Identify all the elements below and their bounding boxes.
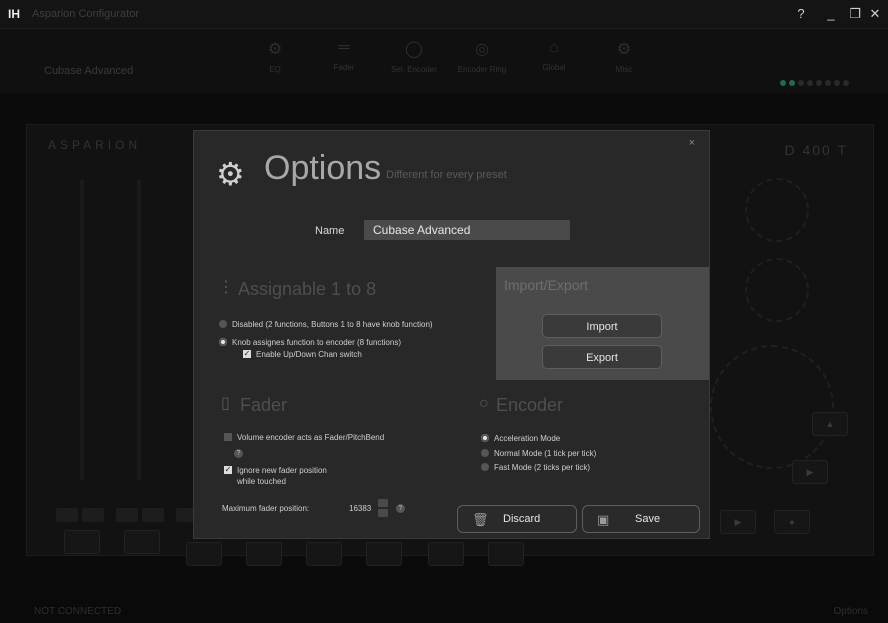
- encoder-title: Encoder: [496, 395, 564, 415]
- encoder-mode-normal[interactable]: Normal Mode (1 tick per tick): [481, 448, 596, 458]
- bg-fader: [80, 180, 84, 480]
- assignable-option-knob[interactable]: Knob assignes function to encoder (8 fun…: [219, 337, 401, 347]
- assignable-option-disabled[interactable]: Disabled (2 functions, Buttons 1 to 8 ha…: [219, 319, 433, 329]
- help-icon[interactable]: ?: [234, 449, 243, 458]
- options-dialog: × ⚙ Options Different for every preset N…: [193, 130, 710, 539]
- radio-disabled[interactable]: [219, 319, 227, 328]
- global-icon: ⌂: [549, 39, 559, 56]
- assignable-title: Assignable 1 to 8: [238, 279, 377, 299]
- radio-acceleration[interactable]: [481, 433, 489, 442]
- encoder-circle-icon: ○: [479, 395, 489, 412]
- misc-icon: ⚙: [616, 41, 632, 58]
- dots-icon: ⋮: [218, 279, 234, 296]
- title-bar: IH Asparion Configurator ? _ ❐ ✕: [0, 0, 888, 29]
- discard-button[interactable]: 🗑 Discard: [457, 505, 577, 533]
- tool-fader[interactable]: ═ Fader: [314, 39, 374, 72]
- tool-eq[interactable]: ⚙ EQ: [245, 39, 305, 74]
- ignore-touch-checkbox[interactable]: ✓ Ignore new fader position while touched: [224, 465, 327, 487]
- help-icon[interactable]: ?: [396, 504, 405, 513]
- dialog-title: Options: [264, 149, 382, 187]
- gears-icon: ⚙: [216, 156, 245, 192]
- close-window-icon[interactable]: ✕: [866, 6, 884, 22]
- fader-title: Fader: [240, 395, 288, 415]
- name-label: Name: [315, 225, 345, 237]
- dialog-subtitle: Different for every preset: [386, 169, 507, 181]
- options-link[interactable]: Options: [834, 606, 868, 617]
- status-bar: NOT CONNECTED Options: [0, 600, 888, 623]
- checkbox-volume-encoder[interactable]: [224, 432, 232, 441]
- dialog-close-icon[interactable]: ×: [689, 137, 695, 149]
- tool-sel-encoder[interactable]: ◯ Sel. Encoder: [384, 39, 444, 74]
- bg-jog-wheel: [710, 345, 834, 469]
- encoder-icon: ◯: [405, 41, 423, 58]
- window-title: Asparion Configurator: [32, 8, 140, 20]
- preset-name[interactable]: Cubase Advanced: [44, 65, 133, 77]
- radio-knob-assigns[interactable]: [219, 337, 227, 346]
- maximize-icon[interactable]: ❐: [846, 6, 864, 22]
- max-fader-value[interactable]: 16383: [349, 504, 371, 513]
- bg-fader: [137, 180, 141, 480]
- fader-icon: ▯: [221, 395, 230, 412]
- save-button[interactable]: ▣ Save: [582, 505, 700, 533]
- help-icon[interactable]: ?: [792, 6, 810, 21]
- encoder-ring-icon: ◎: [475, 41, 489, 58]
- minimize-icon[interactable]: _: [822, 6, 840, 21]
- bg-knob: [745, 258, 809, 322]
- main-toolbar: Cubase Advanced ⚙ EQ ═ Fader ◯ Sel. Encoder…: [0, 29, 888, 93]
- brand-logo: ASPARION: [48, 138, 142, 152]
- save-disk-icon: ▣: [597, 512, 610, 527]
- volume-encoder-checkbox[interactable]: Volume encoder acts as Fader/PitchBend: [224, 432, 384, 442]
- device-label: D 400 T: [784, 142, 848, 158]
- max-fader-stepper[interactable]: [378, 499, 388, 517]
- bg-knob: [745, 178, 809, 242]
- radio-normal[interactable]: [481, 448, 489, 457]
- import-export-panel: Import/Export Import Export: [496, 267, 709, 380]
- export-button[interactable]: Export: [542, 345, 662, 369]
- connection-status: NOT CONNECTED: [34, 606, 122, 617]
- import-button[interactable]: Import: [542, 314, 662, 338]
- check-icon[interactable]: ✓: [243, 349, 251, 358]
- radio-fast[interactable]: [481, 462, 489, 471]
- encoder-mode-fast[interactable]: Fast Mode (2 ticks per tick): [481, 462, 590, 472]
- tool-global[interactable]: ⌂ Global: [524, 39, 584, 72]
- max-fader-label: Maximum fader position:: [222, 504, 310, 513]
- chan-switch-checkbox[interactable]: ✓ Enable Up/Down Chan switch: [243, 349, 362, 359]
- trash-icon: 🗑: [472, 512, 489, 527]
- led-indicators: [780, 73, 852, 91]
- tool-misc[interactable]: ⚙ Misc: [594, 39, 654, 74]
- eq-icon: ⚙: [267, 41, 283, 58]
- app-logo: IH: [8, 7, 20, 21]
- preset-name-input[interactable]: [364, 220, 570, 240]
- import-export-title: Import/Export: [504, 277, 589, 293]
- check-icon[interactable]: ✓: [224, 465, 232, 474]
- tool-encoder-ring[interactable]: ◎ Encoder Ring: [452, 39, 512, 74]
- fader-icon: ═: [338, 39, 350, 56]
- encoder-mode-acceleration[interactable]: Acceleration Mode: [481, 433, 560, 443]
